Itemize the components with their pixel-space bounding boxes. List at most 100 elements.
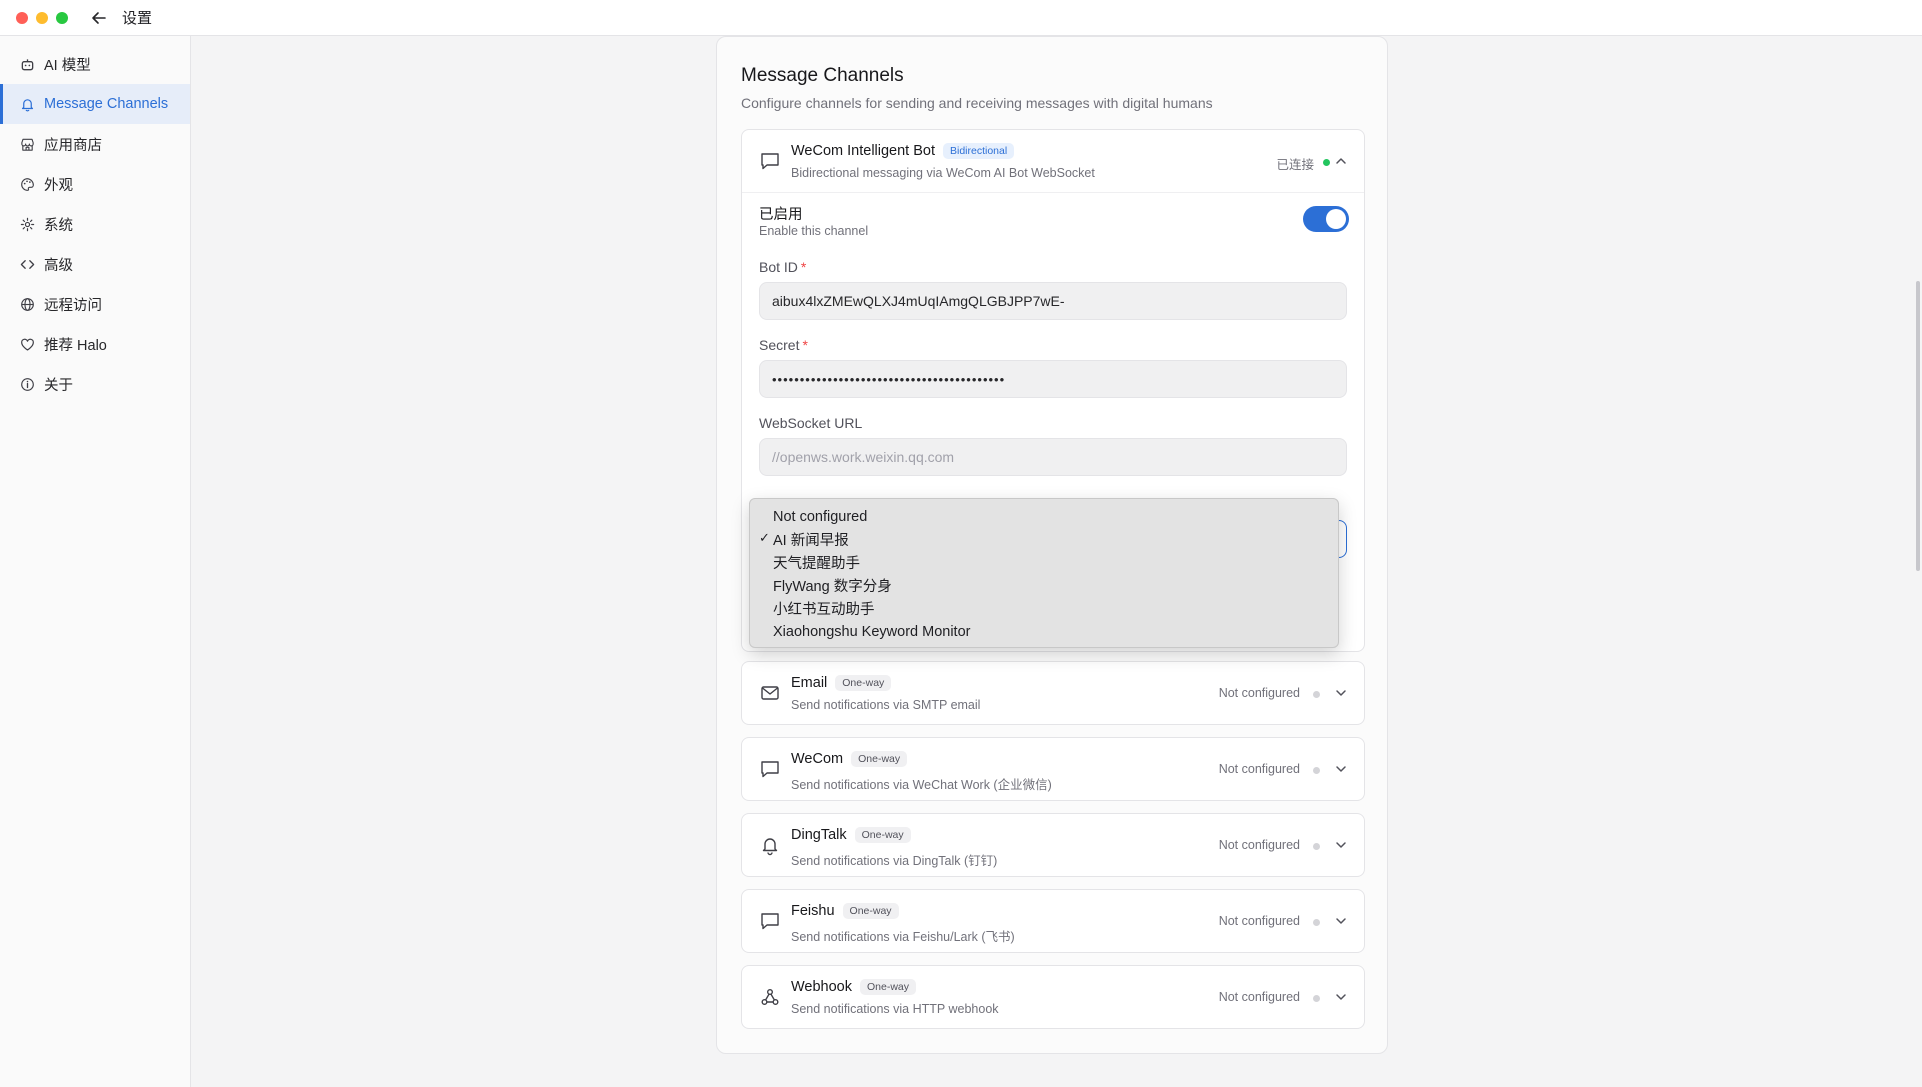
connection-status: Not configured <box>1218 838 1300 852</box>
option-label: FlyWang 数字分身 <box>773 579 892 595</box>
connection-status: Not configured <box>1218 762 1300 776</box>
channel-title: Webhook <box>791 979 852 995</box>
channel-header[interactable]: Feishu One-way Send notifications via Fei… <box>742 890 1364 952</box>
status-dot <box>1313 995 1320 1002</box>
sidebar-item-label: 外观 <box>44 177 73 194</box>
sidebar-item-app-store[interactable]: 应用商店 <box>0 124 190 164</box>
channel-header[interactable]: Email One-way Send notifications via SMTP… <box>742 662 1364 724</box>
back-button[interactable] <box>88 7 110 29</box>
sidebar-item-appearance[interactable]: 外观 <box>0 164 190 204</box>
channel-name: Feishu One-way <box>791 903 899 919</box>
channel-card-email[interactable]: Email One-way Send notifications via SMTP… <box>741 661 1365 725</box>
gear-icon <box>18 215 36 233</box>
chevron-down-icon[interactable] <box>1334 914 1348 928</box>
chevron-down-icon[interactable] <box>1334 838 1348 852</box>
channel-title: DingTalk <box>791 827 847 843</box>
channel-header[interactable]: DingTalk One-way Send notifications via D… <box>742 814 1364 876</box>
store-icon <box>18 135 36 153</box>
chevron-down-icon[interactable] <box>1334 762 1348 776</box>
sidebar-item-label: 关于 <box>44 377 73 394</box>
sidebar-item-remote-access[interactable]: 远程访问 <box>0 284 190 324</box>
direction-badge: One-way <box>854 827 911 843</box>
dropdown-option-xiaohongshu-monitor[interactable]: Xiaohongshu Keyword Monitor <box>750 620 1338 643</box>
digital-human-dropdown-menu: Not configured ✓ AI 新闻早报 天气提醒助手 FlyWang 数… <box>749 498 1339 648</box>
dropdown-option-not-configured[interactable]: Not configured <box>750 505 1338 528</box>
channel-card-webhook[interactable]: Webhook One-way Send notifications via HT… <box>741 965 1365 1029</box>
channel-header[interactable]: WeCom One-way Send notifications via WeCh… <box>742 738 1364 800</box>
channel-header[interactable]: WeCom Intelligent Bot Bidirectional Bidi… <box>742 130 1364 192</box>
chat-icon <box>761 761 779 778</box>
window-controls <box>16 11 68 24</box>
mail-icon <box>761 686 779 700</box>
close-window-button[interactable] <box>16 11 28 24</box>
websocket-url-input[interactable]: //openws.work.weixin.qq.com <box>759 438 1347 476</box>
channel-name: Email One-way <box>791 675 892 691</box>
scrollbar[interactable] <box>1914 36 1922 1087</box>
robot-icon <box>18 55 36 73</box>
status-dot <box>1313 919 1320 926</box>
bot-id-input[interactable]: aibux4lxZMEwQLXJ4mUqIAmgQLGBJPP7wE- <box>759 282 1347 320</box>
arrow-left-icon <box>92 11 106 24</box>
channel-header[interactable]: Webhook One-way Send notifications via HT… <box>742 966 1364 1028</box>
direction-badge: Bidirectional <box>943 143 1015 159</box>
code-icon <box>18 255 36 273</box>
sidebar: AI 模型 Message Channels 应用商店 外观 系统 高级 远程访… <box>0 36 191 1087</box>
status-dot <box>1313 843 1320 850</box>
channel-description: Send notifications via Feishu/Lark (飞书) <box>791 930 1015 944</box>
chevron-down-icon[interactable] <box>1334 990 1348 1004</box>
sidebar-item-about[interactable]: 关于 <box>0 364 190 404</box>
sidebar-item-system[interactable]: 系统 <box>0 204 190 244</box>
connection-status: Not configured <box>1218 686 1300 700</box>
globe-icon <box>18 295 36 313</box>
direction-badge: One-way <box>835 675 892 691</box>
status-dot <box>1313 691 1320 698</box>
connection-status: Not configured <box>1218 914 1300 928</box>
enable-channel-toggle[interactable] <box>1303 206 1349 232</box>
sidebar-item-label: 远程访问 <box>44 297 102 314</box>
dropdown-option-ai-news[interactable]: ✓ AI 新闻早报 <box>750 528 1338 551</box>
option-label: Not configured <box>773 508 868 525</box>
scrollbar-thumb[interactable] <box>1916 281 1920 571</box>
channel-title: WeCom Intelligent Bot <box>791 143 935 159</box>
option-label: 天气提醒助手 <box>773 556 860 572</box>
minimize-window-button[interactable] <box>36 11 48 24</box>
enabled-subtitle: Enable this channel <box>759 224 869 238</box>
sidebar-item-ai-models[interactable]: AI 模型 <box>0 44 190 84</box>
page-subtitle: Configure channels for sending and recei… <box>741 95 1213 111</box>
enabled-title: 已启用 <box>759 207 803 223</box>
channel-name: Webhook One-way <box>791 979 917 995</box>
channel-card-dingtalk[interactable]: DingTalk One-way Send notifications via D… <box>741 813 1365 877</box>
secret-label: Secret * <box>759 337 808 353</box>
channel-card-wecom[interactable]: WeCom One-way Send notifications via WeCh… <box>741 737 1365 801</box>
info-icon <box>18 375 36 393</box>
dropdown-option-xiaohongshu-assistant[interactable]: 小红书互动助手 <box>750 597 1338 620</box>
bot-id-label: Bot ID * <box>759 259 807 275</box>
dropdown-option-weather[interactable]: 天气提醒助手 <box>750 551 1338 574</box>
secret-input[interactable]: ••••••••••••••••••••••••••••••••••••••••… <box>759 360 1347 398</box>
channel-title: WeCom <box>791 751 844 767</box>
webhook-icon <box>761 989 779 1005</box>
chevron-up-icon[interactable] <box>1334 154 1348 168</box>
chevron-down-icon[interactable] <box>1334 686 1348 700</box>
status-dot <box>1323 159 1330 166</box>
channel-title: Feishu <box>791 903 835 919</box>
sidebar-item-label: 推荐 Halo <box>44 337 107 354</box>
channel-name: DingTalk One-way <box>791 827 911 843</box>
dropdown-option-flywang[interactable]: FlyWang 数字分身 <box>750 574 1338 597</box>
channel-description: Send notifications via WeChat Work (企业微信… <box>791 778 1052 792</box>
direction-badge: One-way <box>851 751 908 767</box>
sidebar-item-label: AI 模型 <box>44 57 91 74</box>
channel-description: Send notifications via HTTP webhook <box>791 1002 999 1016</box>
title-bar: 设置 <box>0 0 1922 36</box>
sidebar-item-message-channels[interactable]: Message Channels <box>0 84 190 124</box>
sidebar-item-label: 高级 <box>44 257 73 274</box>
chat-icon <box>761 153 779 170</box>
sidebar-item-label: 系统 <box>44 217 73 234</box>
sidebar-item-recommend-halo[interactable]: 推荐 Halo <box>0 324 190 364</box>
sidebar-item-advanced[interactable]: 高级 <box>0 244 190 284</box>
maximize-window-button[interactable] <box>56 11 68 24</box>
channel-card-feishu[interactable]: Feishu One-way Send notifications via Fei… <box>741 889 1365 953</box>
option-label: Xiaohongshu Keyword Monitor <box>773 623 971 640</box>
channel-description: Send notifications via DingTalk (钉钉) <box>791 854 998 868</box>
bell-icon <box>18 95 36 113</box>
